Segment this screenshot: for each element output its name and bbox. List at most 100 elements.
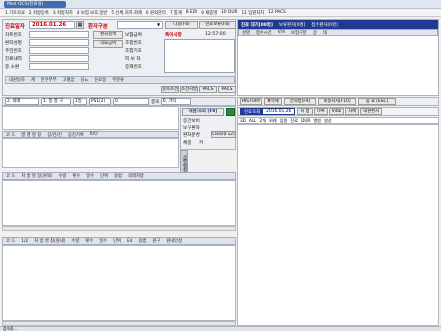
history-extra-buttons: 처 방 TPR Vital 자매 내원환자 <box>297 108 383 115</box>
order1-columns: 코 드 처 방 명 칭(원외) 수량 횟수 일수 단위 용법 외래처방 <box>2 172 236 180</box>
calendar-icon[interactable]: ▦ <box>76 21 84 29</box>
history-date-box: 진료조회 2016.01.26 <box>240 108 296 115</box>
diag-col-5: R/O <box>89 132 98 137</box>
memo-area[interactable] <box>2 106 179 130</box>
day-select[interactable]: 1일 <box>73 98 87 105</box>
menu-item-9[interactable]: 9 재증명 <box>199 10 219 16</box>
history-tab-3[interactable]: 본주부부 <box>38 77 60 83</box>
referral-button[interactable]: 회송처지[F10] <box>318 98 356 105</box>
waiting-col-3: V/A <box>277 30 286 35</box>
history-tab-7[interactable]: 주분류 <box>109 77 127 83</box>
hold-tab[interactable]: 보류환자[0명] <box>276 22 308 28</box>
history-tab-4[interactable]: 고혈압 <box>60 77 78 83</box>
visit-inquiry-button[interactable]: 내원/조회 [F8] <box>182 108 224 116</box>
history-extra-5[interactable]: 내원환자 <box>360 108 383 115</box>
result-select[interactable]: 0. 기타 <box>160 98 191 105</box>
waiting-col-1: 성명 <box>242 30 250 36</box>
order1-grid[interactable] <box>2 180 236 226</box>
menu-item-8[interactable]: 8 EDI <box>184 10 199 15</box>
chart-number-label: 차트번호 <box>5 33 22 38</box>
history-filter-9[interactable]: 영상 <box>324 118 332 124</box>
ps-select[interactable]: PS1(2) <box>89 98 111 105</box>
history-filter-6[interactable]: 진료 <box>290 118 298 124</box>
history-tab-5[interactable]: 당뇨 <box>77 77 91 83</box>
side-field-5: 증제번호 <box>125 65 142 70</box>
order1-col-6: 단위 <box>100 174 109 179</box>
side-field-1: 보험급여 <box>125 33 142 38</box>
status-bar: 접속중... <box>0 326 441 331</box>
history-button[interactable]: HISTORY <box>240 98 262 105</box>
exit-button[interactable]: 종 료 [ESC] <box>358 98 396 105</box>
history-filter-7[interactable]: DUR <box>301 118 310 123</box>
dept-button-2[interactable]: 소견처방 <box>180 86 198 93</box>
visit-detail-label: 진료내역 <box>5 57 22 62</box>
menu-item-1[interactable]: 1 기초자료 <box>3 10 27 16</box>
vital-row-3: 환자분경 <box>183 133 200 138</box>
history-extra-3[interactable]: Vital <box>328 108 345 115</box>
medical-aid-button[interactable]: 의료급여 <box>93 40 123 48</box>
history-filter-2[interactable]: ALL <box>249 118 257 123</box>
menu-item-6[interactable]: 6 원외관리 <box>144 10 168 16</box>
side-field-4: 피 보 자 <box>125 57 141 62</box>
history-tabs: 내원일자 계 본주부부 고혈압 당뇨 진료일 주분류 <box>5 76 235 84</box>
visit-date-field[interactable]: 2016.01.26 <box>29 21 75 29</box>
menu-item-11[interactable]: 11 입원처치 <box>239 10 266 16</box>
value-select[interactable]: 0 <box>113 98 149 105</box>
menu-item-12[interactable]: 12 PACS <box>266 10 288 15</box>
multi-button[interactable]: 다중(F6) <box>165 21 198 29</box>
history-grid[interactable] <box>237 124 439 326</box>
dept-button-1[interactable]: 중복소견 <box>161 86 179 93</box>
waiting-tab[interactable]: 진료 대기[00명] <box>238 22 276 28</box>
order1-scrollbar[interactable] <box>2 226 236 231</box>
claim-select[interactable]: 1. 일 청 구 <box>41 98 71 105</box>
history-extra-1[interactable]: 처 방 <box>297 108 313 115</box>
menu-item-5[interactable]: 5 신체.처치.회계 <box>109 10 144 16</box>
history-date-field[interactable]: 2016.01.26 <box>263 109 295 114</box>
visit-kind-select[interactable]: 2. 외래 <box>5 98 39 105</box>
menu-item-2[interactable]: 2 처방등록 <box>27 10 51 16</box>
dept-button-4[interactable]: PACS <box>218 86 236 93</box>
history-filter-8[interactable]: 병원 <box>313 118 321 124</box>
clear-button[interactable]: Clear(F12) <box>211 131 236 138</box>
visit-detail-field[interactable] <box>29 55 89 62</box>
menu-item-4[interactable]: 4 보험.보호.일반 <box>75 10 110 16</box>
menu-item-3[interactable]: 3 처방처치 <box>51 10 75 16</box>
order2-col-11: 원내인정 <box>166 239 183 244</box>
history-tab-1[interactable]: 내원일자 <box>6 77 28 83</box>
vitals-panel: 내원/조회 [F8] 증간보비 보구환자 환자분경 Clear(F12) 체중 … <box>180 106 236 150</box>
menu-item-7[interactable]: 7 통계 <box>168 10 184 16</box>
order2-col-1: 코 드 <box>6 239 16 244</box>
prev-order-button[interactable]: 전처방[F9] <box>284 98 316 105</box>
history-tab-2[interactable]: 계 <box>28 77 38 83</box>
green-flag-icon[interactable] <box>226 108 235 116</box>
patient-search-button[interactable]: 환자검색 <box>93 31 123 39</box>
history-tab-6[interactable]: 진료일 <box>91 77 109 83</box>
patient-name-field[interactable] <box>29 39 89 46</box>
vital-row-2: 보구환자 <box>183 126 200 131</box>
delete-button[interactable]: ✖삭제 <box>264 98 282 105</box>
ssn-field[interactable] <box>29 47 89 54</box>
diag-grid[interactable] <box>2 138 179 168</box>
received-tab[interactable]: 접수환자[0명] <box>308 22 340 28</box>
chevron-down-icon[interactable]: ▼ <box>155 22 162 28</box>
history-filter-4[interactable]: 외래 <box>269 118 277 124</box>
waiting-col-2: 접수시간 <box>255 30 272 36</box>
waiting-columns: 성명 접수시간 V/A 보험구분 상 태 <box>238 29 438 36</box>
history-extra-4[interactable]: 자매 <box>345 108 360 115</box>
history-filter-3[interactable]: 2개 <box>259 118 266 124</box>
chart-number-field[interactable] <box>29 31 89 38</box>
order2-col-7: 단위 <box>113 239 121 244</box>
order2-grid[interactable] <box>2 245 236 321</box>
history-filter-1[interactable]: 3D <box>240 118 246 123</box>
history-extra-2[interactable]: TPR <box>313 108 328 115</box>
menu-item-10[interactable]: 10 DUR <box>219 10 239 15</box>
history-filter-5[interactable]: 입원 <box>280 118 288 124</box>
waiting-col-4: 보험구분 <box>291 30 307 36</box>
dept-button-3[interactable]: PACS <box>199 86 217 93</box>
call-field[interactable] <box>29 63 89 70</box>
special-note-area[interactable] <box>164 39 235 73</box>
order2-col-2: 1/2 <box>21 238 29 244</box>
order2-col-4: 수량 <box>71 239 80 244</box>
hold-button[interactable]: 진료보류(F8) <box>199 21 236 29</box>
order2-col-8: Ed <box>127 238 133 244</box>
